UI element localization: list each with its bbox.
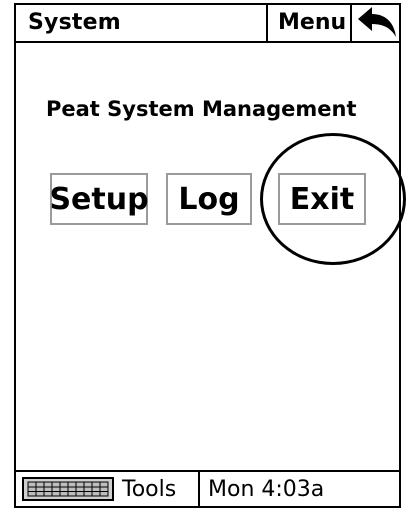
- page-heading: Peat System Management: [46, 97, 357, 121]
- log-button[interactable]: Log: [166, 173, 252, 225]
- clock: Mon 4:03a: [198, 472, 399, 506]
- back-arrow-icon: [358, 7, 396, 37]
- window-title-cell: System: [16, 5, 268, 41]
- menu-label: Menu: [278, 10, 347, 35]
- back-button[interactable]: [352, 5, 399, 41]
- top-bar: System Menu: [16, 5, 399, 43]
- device-screen: System Menu Peat System Management Setup…: [14, 3, 406, 508]
- window-title: System: [28, 10, 121, 35]
- keyboard-icon: [27, 481, 109, 497]
- menu-button[interactable]: Menu: [268, 5, 352, 41]
- keyboard-button[interactable]: [22, 477, 114, 501]
- setup-button[interactable]: Setup: [49, 173, 149, 225]
- tools-menu[interactable]: Tools: [122, 472, 176, 506]
- taskbar: Tools Mon 4:03a: [16, 470, 399, 506]
- exit-button[interactable]: Exit: [278, 173, 366, 225]
